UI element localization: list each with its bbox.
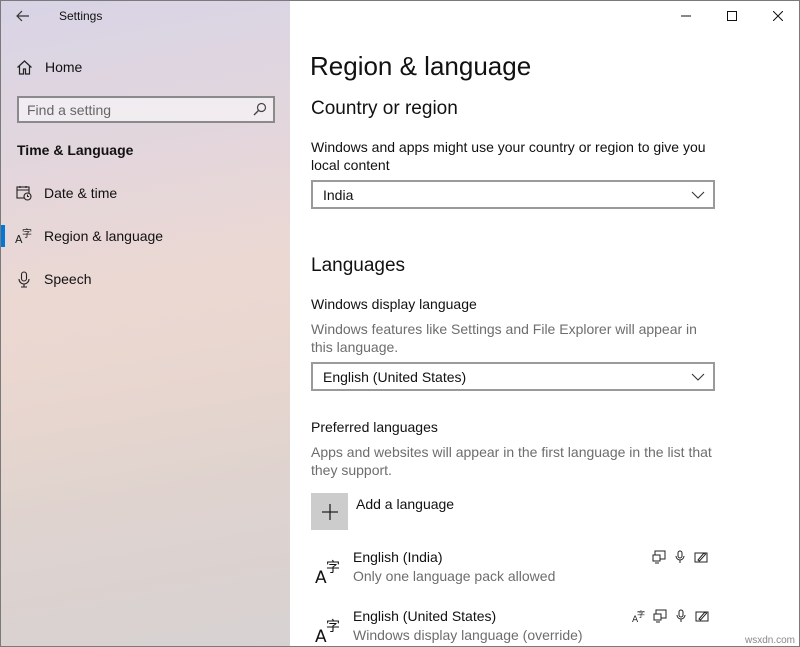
language-icon: A字 [15,227,33,245]
titlebar: Settings [1,1,290,33]
display-language-label: Windows display language [311,296,477,312]
back-arrow-icon [16,10,29,22]
back-button[interactable] [9,5,37,27]
chevron-down-icon [691,191,705,199]
display-language-dropdown[interactable]: English (United States) [311,362,715,391]
add-language-label: Add a language [356,496,455,512]
country-description: Windows and apps might use your country … [311,139,706,173]
country-selected: India [323,186,354,203]
home-icon [15,58,33,76]
language-status: Only one language pack allowed [353,568,556,584]
language-status: Windows display language (override) [353,627,583,643]
section-heading: Time & Language [17,142,134,158]
feature-icons: A字 [631,608,709,623]
page-title: Region & language [310,51,532,81]
sidebar-item-speech[interactable]: Speech [1,259,290,299]
sidebar-item-label: Home [45,59,83,75]
language-item-english-us[interactable]: A字 English (United States) Windows displ… [311,608,731,646]
search-input[interactable] [19,98,244,121]
sidebar-item-date-time[interactable]: Date & time [1,173,290,213]
window-controls [663,1,799,31]
display-language-icon [651,549,666,564]
language-icon: A字 [315,560,340,585]
svg-text:字: 字 [326,560,340,576]
minimize-button[interactable] [663,1,709,31]
handwriting-icon [694,608,709,623]
plus-icon [321,503,338,520]
speech-icon [673,608,688,623]
close-icon [773,11,783,21]
country-dropdown[interactable]: India [311,180,715,209]
maximize-button[interactable] [709,1,755,31]
app-title: Settings [59,9,103,23]
settings-window: Settings Home Time & Language Date & tim… [0,0,800,647]
chevron-down-icon [691,373,705,381]
add-language-button[interactable]: Add a language [311,493,454,530]
svg-text:字: 字 [22,227,32,240]
sidebar-item-label: Region & language [44,228,164,244]
search-icon[interactable] [253,102,267,116]
language-item-english-india[interactable]: A字 English (India) Only one language pac… [311,549,731,597]
language-name: English (India) [353,549,443,565]
speech-icon [672,549,687,564]
feature-icons [651,549,708,564]
preferred-languages-description: Apps and websites will appear in the fir… [311,444,712,478]
svg-text:字: 字 [637,609,645,619]
sidebar-item-home[interactable]: Home [1,47,290,87]
sidebar-item-region-language[interactable]: A字 Region & language [1,216,290,256]
minimize-icon [681,15,691,17]
languages-heading: Languages [311,255,406,276]
preferred-languages-label: Preferred languages [311,419,438,435]
handwriting-icon [693,549,708,564]
close-button[interactable] [755,1,799,31]
sidebar-item-label: Speech [44,271,92,287]
display-language-selected: English (United States) [323,368,467,385]
language-pack-icon: A字 [631,608,646,623]
maximize-icon [727,11,737,21]
country-heading: Country or region [311,98,458,119]
calendar-clock-icon [15,184,33,202]
sidebar: Settings Home Time & Language Date & tim… [1,1,290,646]
main-content: Region & language Country or region Wind… [290,1,799,646]
display-language-description: Windows features like Settings and File … [311,321,697,355]
microphone-icon [15,270,33,288]
svg-text:字: 字 [326,619,340,635]
language-name: English (United States) [353,608,497,624]
language-icon: A字 [315,619,340,644]
search-field[interactable] [17,96,275,123]
display-language-icon [652,608,667,623]
sidebar-item-label: Date & time [44,185,118,201]
watermark: wsxdn.com [744,635,795,646]
add-tile [311,493,348,530]
